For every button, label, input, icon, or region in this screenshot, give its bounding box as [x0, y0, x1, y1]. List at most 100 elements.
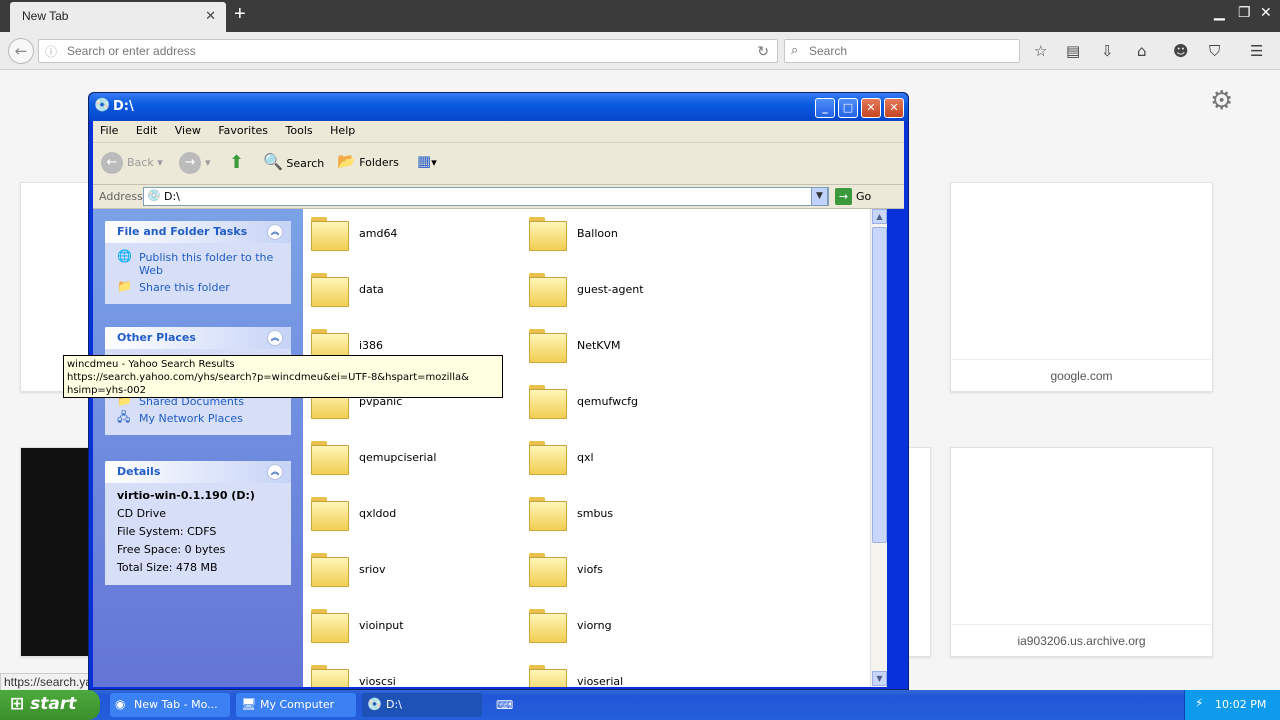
taskbar-firefox[interactable]: ◉ New Tab - Mo... [110, 693, 230, 717]
scroll-down-arrow-icon[interactable]: ▼ [872, 671, 887, 686]
up-folder-button[interactable]: ⬆ [229, 152, 244, 173]
folder-item[interactable]: amd64 [303, 213, 503, 257]
folder-name: qxldod [359, 507, 397, 520]
go-arrow-icon: → [835, 188, 852, 205]
close-button-secondary[interactable]: ✕ [884, 98, 904, 118]
address-input[interactable]: 💿 D:\ [143, 187, 829, 206]
info-icon[interactable]: ⓘ [45, 43, 57, 60]
hello-icon[interactable]: ☻ [1173, 42, 1189, 60]
folder-item[interactable]: guest-agent [521, 269, 721, 313]
restore-icon[interactable]: ❐ [1238, 4, 1251, 21]
address-dropdown-button[interactable]: ▼ [811, 187, 828, 206]
tile-archive[interactable]: ia903206.us.archive.org [950, 447, 1213, 657]
menu-tools[interactable]: Tools [279, 121, 320, 140]
tile-google[interactable]: google.com [950, 182, 1213, 392]
menu-favorites[interactable]: Favorites [211, 121, 275, 140]
search-icon: 🔍 [263, 152, 283, 171]
scroll-thumb[interactable] [872, 227, 887, 543]
folder-item[interactable]: smbus [521, 493, 721, 537]
close-tab-icon[interactable]: ✕ [205, 8, 216, 24]
folder-icon [529, 385, 567, 419]
folder-icon [311, 441, 349, 475]
panel-header[interactable]: Other Places ︽ [105, 327, 291, 349]
start-button[interactable]: ⊞ start [0, 690, 100, 720]
url-placeholder: Search or enter address [67, 44, 196, 58]
forward-button[interactable]: → ▾ [179, 152, 211, 174]
search-input[interactable]: ⌕ Search [784, 39, 1020, 63]
explorer-toolbar: ← Back ▾ → ▾ ⬆ 🔍 Search 📂 Folders ▦▾ [93, 143, 904, 185]
folder-item[interactable]: data [303, 269, 503, 313]
scroll-up-arrow-icon[interactable]: ▲ [872, 209, 887, 224]
folder-item[interactable]: qxldod [303, 493, 503, 537]
tab-new-tab[interactable]: New Tab ✕ [10, 2, 226, 32]
folder-icon [529, 665, 567, 687]
folder-item[interactable]: vioscsi [303, 661, 503, 687]
folder-name: NetKVM [577, 339, 621, 352]
computer-icon: 🖥 [241, 697, 257, 711]
browser-tab-strip: New Tab ✕ + ▁ ❐ ✕ [0, 0, 1280, 32]
folder-item[interactable]: qemufwcfg [521, 381, 721, 425]
taskbar-explorer-d[interactable]: 💿 D:\ [362, 693, 482, 717]
new-tab-button[interactable]: + [234, 3, 246, 26]
taskbar: ⊞ start ◉ New Tab - Mo... 🖥 My Computer 💿 D… [0, 690, 1280, 720]
task-publish-web[interactable]: 🌐 Publish this folder to the Web [117, 249, 279, 279]
taskbar-my-computer[interactable]: 🖥 My Computer [236, 693, 356, 717]
back-button[interactable]: ← Back ▾ [101, 152, 163, 174]
collapse-chevron-icon[interactable]: ︽ [267, 464, 283, 480]
folder-item[interactable]: qxl [521, 437, 721, 481]
folder-item[interactable]: viofs [521, 549, 721, 593]
tile-label: google.com [951, 359, 1212, 391]
views-button[interactable]: ▦▾ [417, 152, 437, 170]
maximize-button[interactable]: □ [838, 98, 858, 118]
menu-file[interactable]: File [93, 121, 125, 140]
place-network[interactable]: 🖧 My Network Places [117, 410, 279, 427]
keyboard-icon[interactable]: ⌨ [496, 698, 513, 712]
menu-icon[interactable]: ☰ [1250, 42, 1263, 60]
close-button[interactable]: ✕ [861, 98, 881, 118]
network-tray-icon[interactable]: ⚡ [1195, 696, 1203, 710]
bookmarks-list-icon[interactable]: ▤ [1066, 42, 1080, 60]
panel-header[interactable]: File and Folder Tasks ︽ [105, 221, 291, 243]
clock: 10:02 PM [1215, 698, 1267, 711]
panel-header[interactable]: Details ︽ [105, 461, 291, 483]
folder-item[interactable]: vioinput [303, 605, 503, 649]
downloads-icon[interactable]: ⇩ [1101, 42, 1114, 60]
menu-view[interactable]: View [168, 121, 208, 140]
collapse-chevron-icon[interactable]: ︽ [267, 224, 283, 240]
window-title: D:\ [113, 99, 134, 114]
folder-item[interactable]: qemupciserial [303, 437, 503, 481]
task-share-folder[interactable]: 📁 Share this folder [117, 279, 279, 296]
close-window-icon[interactable]: ✕ [1260, 4, 1272, 21]
minimize-button[interactable]: _ [815, 98, 835, 118]
minimize-icon[interactable]: ▁ [1214, 4, 1225, 21]
window-titlebar[interactable]: 💿 D:\ _ □ ✕ ✕ [89, 93, 908, 121]
folder-item[interactable]: NetKVM [521, 325, 721, 369]
folders-button[interactable]: 📂 Folders [337, 152, 399, 170]
menu-help[interactable]: Help [323, 121, 362, 140]
pocket-icon[interactable]: ⛉ [1209, 42, 1220, 60]
tile-label: ia903206.us.archive.org [951, 624, 1212, 656]
menu-edit[interactable]: Edit [129, 121, 164, 140]
status-bar-url: https://search.ya [0, 673, 94, 691]
bookmark-star-icon[interactable]: ☆ [1034, 42, 1047, 60]
go-button[interactable]: → Go [835, 188, 871, 205]
drive-icon: 💿 [147, 189, 161, 202]
reload-icon[interactable]: ↻ [757, 43, 769, 60]
home-icon[interactable]: ⌂ [1137, 42, 1147, 60]
folder-item[interactable]: vioserial [521, 661, 721, 687]
search-button[interactable]: 🔍 Search [263, 152, 324, 171]
tooltip-url: https://search.yahoo.com/yhs/search?p=wi… [67, 372, 469, 383]
back-button[interactable]: ← [8, 38, 34, 64]
folder-icon [529, 273, 567, 307]
drive-total-size: Total Size: 478 MB [117, 561, 218, 574]
folder-item[interactable]: viorng [521, 605, 721, 649]
vertical-scrollbar[interactable]: ▲ ▼ [870, 209, 887, 687]
collapse-chevron-icon[interactable]: ︽ [267, 330, 283, 346]
folder-icon [529, 609, 567, 643]
url-bar[interactable]: ⓘ Search or enter address ↻ [38, 39, 778, 63]
folder-name: vioinput [359, 619, 404, 632]
folder-item[interactable]: Balloon [521, 213, 721, 257]
drive-icon: 💿 [94, 98, 111, 113]
folder-item[interactable]: sriov [303, 549, 503, 593]
gear-icon[interactable]: ⚙ [1210, 86, 1233, 116]
